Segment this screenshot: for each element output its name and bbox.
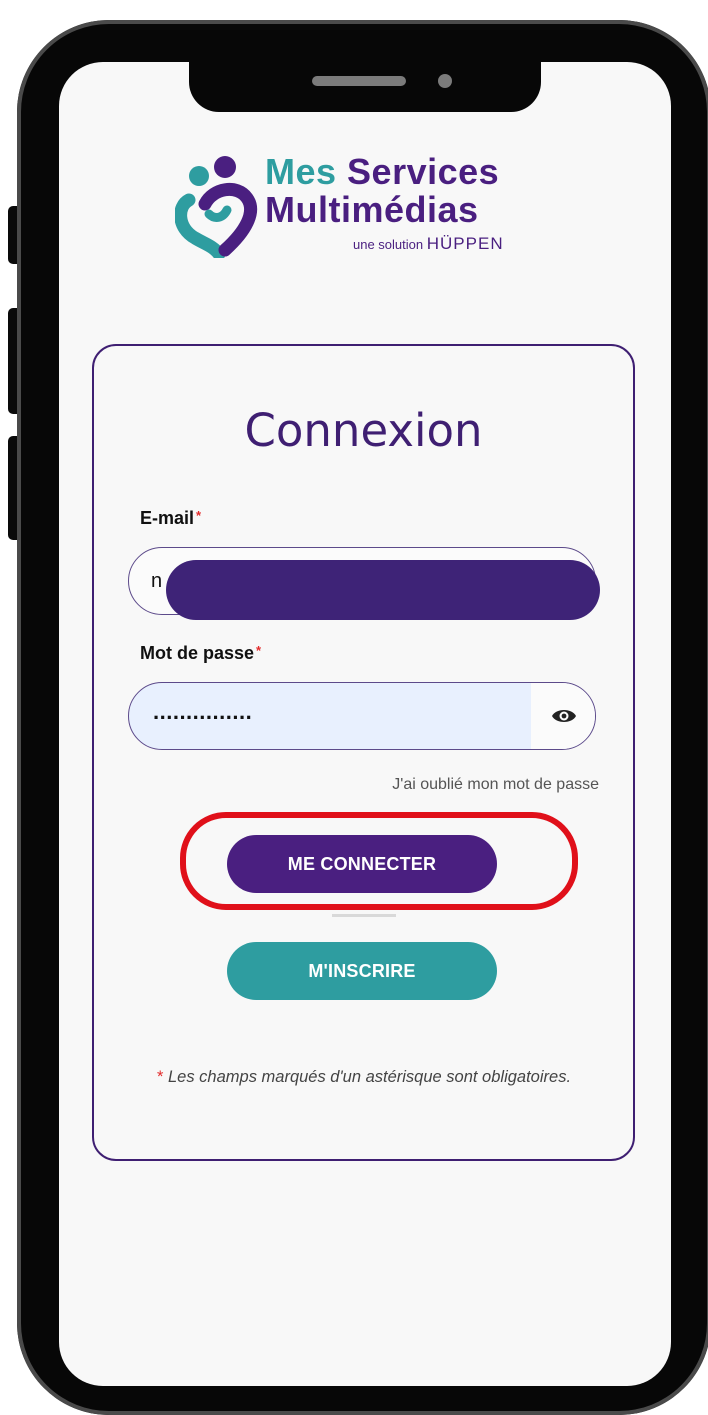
- phone-screen: Mes Services Multimédias une solution HÜ…: [59, 62, 671, 1386]
- login-card: Connexion E-mail * n Mot de passe * ......…: [92, 344, 635, 1161]
- phone-notch: [189, 62, 541, 112]
- email-label: E-mail *: [140, 508, 201, 529]
- divider: [332, 914, 396, 917]
- password-toggle[interactable]: [531, 683, 595, 749]
- email-field-value: n: [151, 570, 163, 592]
- page-title: Connexion: [244, 404, 483, 457]
- tagline-brand: HÜPPEN: [426, 234, 504, 253]
- brand-name-part1: Mes: [265, 151, 337, 192]
- login-button[interactable]: ME CONNECTER: [227, 835, 497, 893]
- speaker-grille: [312, 76, 406, 86]
- password-field[interactable]: ...............: [128, 682, 596, 750]
- redaction-block: [166, 560, 600, 620]
- brand-name-part2: Services: [347, 151, 500, 192]
- email-label-text: E-mail: [140, 508, 195, 528]
- tagline-text: une solution: [353, 237, 424, 252]
- required-asterisk: *: [196, 508, 202, 523]
- required-asterisk: *: [156, 1068, 164, 1086]
- brand-name-line2: Multimédias: [265, 189, 479, 230]
- brand-tagline: une solution HÜPPEN: [353, 234, 504, 254]
- required-note-text: Les champs marqués d'un astérisque sont …: [167, 1068, 572, 1086]
- signup-button[interactable]: M'INSCRIRE: [227, 942, 497, 1000]
- brand-logo: Mes Services Multimédias une solution HÜ…: [175, 151, 575, 264]
- required-fields-note: * Les champs marqués d'un astérisque son…: [134, 1064, 594, 1090]
- front-camera: [438, 74, 452, 88]
- password-label-text: Mot de passe: [140, 643, 255, 663]
- password-label: Mot de passe *: [140, 643, 261, 664]
- eye-icon[interactable]: [551, 706, 577, 726]
- heart-people-logo-icon: [175, 156, 258, 258]
- required-asterisk: *: [256, 643, 262, 658]
- password-field-value: ...............: [153, 699, 253, 724]
- forgot-password-link[interactable]: J'ai oublié mon mot de passe: [392, 776, 599, 794]
